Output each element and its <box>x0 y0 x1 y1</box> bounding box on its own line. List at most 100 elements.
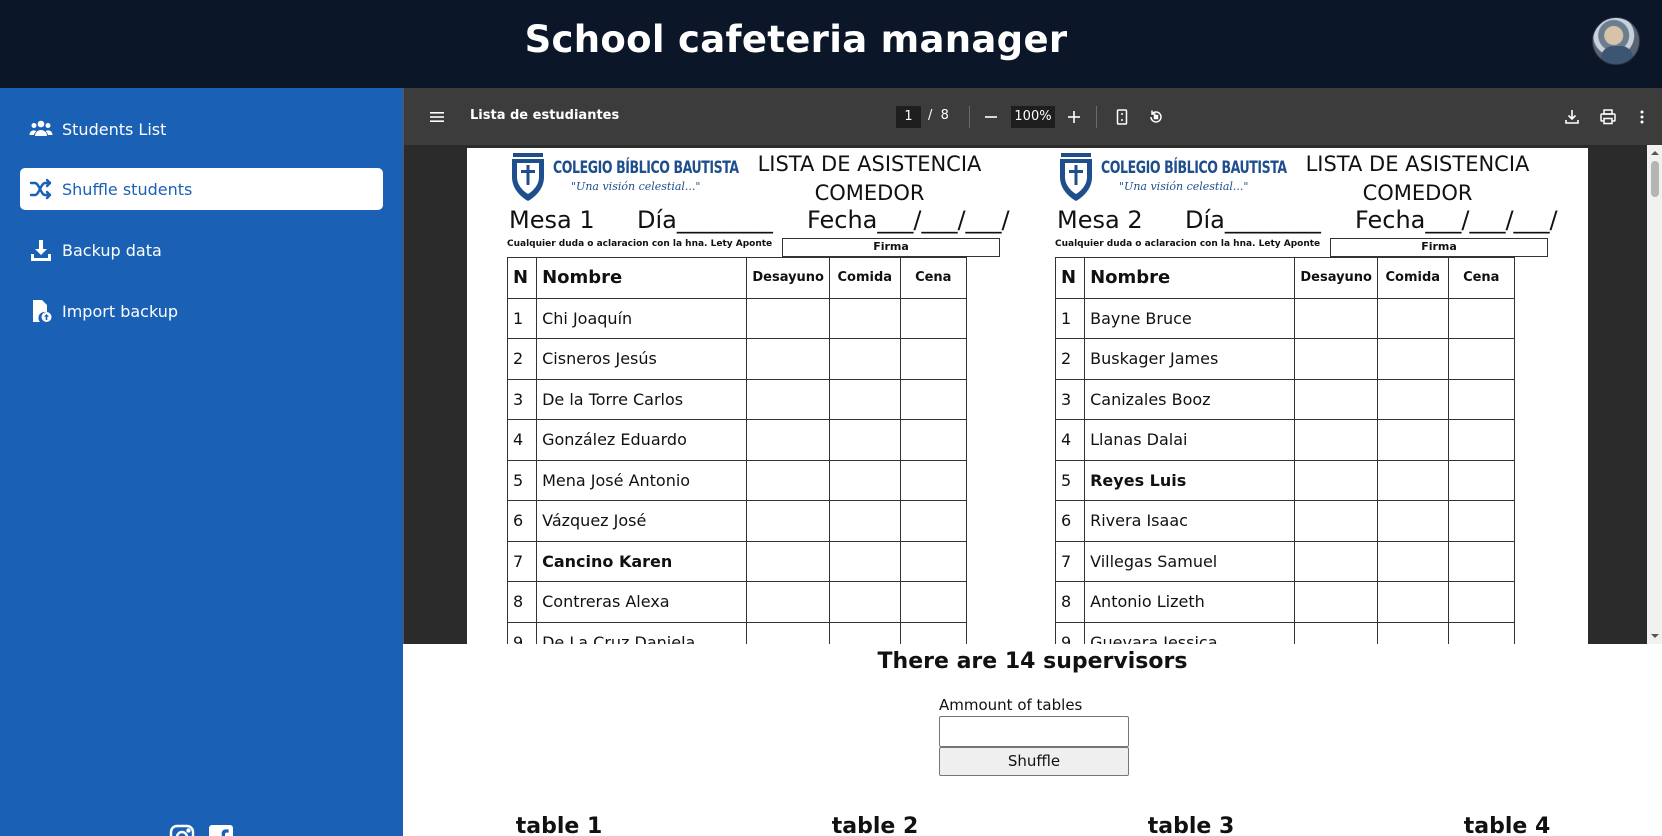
amount-of-tables-input[interactable] <box>939 716 1129 747</box>
table-row: 5 Reyes Luis <box>1054 459 1516 501</box>
dia-field: Día________ <box>637 206 773 234</box>
student-name: Mena José Antonio <box>536 459 748 501</box>
fit-page-icon[interactable] <box>1109 104 1135 130</box>
table-row: 8 Antonio Lizeth <box>1054 581 1516 623</box>
pdf-scrollbar[interactable] <box>1647 145 1662 644</box>
table-row: 5 Mena José Antonio <box>506 459 968 501</box>
toolbar-divider <box>969 106 970 128</box>
more-options-icon[interactable] <box>1629 104 1655 130</box>
signature-cell <box>899 419 968 461</box>
signature-cell <box>899 621 968 644</box>
signature-cell <box>1294 621 1378 644</box>
row-number: 3 <box>1054 378 1086 420</box>
shuffle-button[interactable]: Shuffle <box>939 747 1129 776</box>
sidebar-item-backup-data[interactable]: Backup data <box>20 229 383 271</box>
zoom-in-icon[interactable] <box>1061 104 1087 130</box>
scroll-up-icon[interactable] <box>1650 148 1660 158</box>
sheet-title: LISTA DE ASISTENCIA COMEDOR <box>757 150 982 208</box>
signature-cell <box>1447 378 1516 420</box>
student-name: Villegas Samuel <box>1084 540 1296 582</box>
signature-cell <box>1294 500 1378 542</box>
row-number: 8 <box>1054 581 1086 623</box>
column-header-n: N <box>1054 257 1086 299</box>
student-name: Guevara Jessica <box>1084 621 1296 644</box>
signature-cell <box>899 500 968 542</box>
sheet-title-line2: COMEDOR <box>814 181 925 205</box>
school-seal-logo <box>512 153 544 201</box>
print-icon[interactable] <box>1595 104 1621 130</box>
facebook-icon[interactable] <box>208 824 234 836</box>
row-number: 9 <box>506 621 538 644</box>
sheet-title-line1: LISTA DE ASISTENCIA <box>1305 152 1530 176</box>
zoom-level-input[interactable]: 100% <box>1011 106 1055 128</box>
sidebar-item-label: Import backup <box>62 301 179 321</box>
signature-cell <box>829 338 901 380</box>
signature-cell <box>1447 581 1516 623</box>
user-avatar[interactable] <box>1592 17 1640 65</box>
student-name: Buskager James <box>1084 338 1296 380</box>
row-number: 7 <box>506 540 538 582</box>
table-row: 1 Chi Joaquín <box>506 297 968 339</box>
signature-cell <box>829 621 901 644</box>
student-name: Canizales Booz <box>1084 378 1296 420</box>
signature-cell <box>899 378 968 420</box>
menu-icon[interactable] <box>424 104 450 130</box>
table-header-row: N Nombre Desayuno Comida Cena <box>506 257 968 299</box>
student-name: Antonio Lizeth <box>1084 581 1296 623</box>
column-header-n: N <box>506 257 538 299</box>
signature-cell <box>829 297 901 339</box>
scroll-down-icon[interactable] <box>1650 631 1660 641</box>
signature-cell <box>1447 338 1516 380</box>
attendance-table: N Nombre Desayuno Comida Cena 1 Bayne Bru… <box>1054 257 1516 644</box>
table-row: 7 Cancino Karen <box>506 540 968 582</box>
signature-cell <box>746 581 830 623</box>
signature-cell <box>1377 459 1449 501</box>
page-separator: / <box>928 108 933 123</box>
zoom-out-icon[interactable] <box>978 104 1004 130</box>
signature-cell <box>829 581 901 623</box>
student-name: Rivera Isaac <box>1084 500 1296 542</box>
fecha-field: Fecha___/___/___/ <box>807 206 1010 234</box>
student-name: Contreras Alexa <box>536 581 748 623</box>
row-number: 6 <box>506 500 538 542</box>
attendance-sheet: COLEGIO BÍBLICO BAUTISTA "Una visión cel… <box>467 148 1010 644</box>
student-name: Vázquez José <box>536 500 748 542</box>
signature-cell <box>829 378 901 420</box>
table-heading: table 1 <box>515 814 603 836</box>
download-icon <box>28 237 54 263</box>
column-header-breakfast: Desayuno <box>746 257 830 299</box>
sidebar-item-import-backup[interactable]: Import backup <box>20 290 383 332</box>
signature-cell <box>1294 338 1378 380</box>
page-number-input[interactable]: 1 <box>896 106 921 128</box>
signature-cell <box>829 500 901 542</box>
sidebar-item-shuffle-students[interactable]: Shuffle students <box>20 168 383 210</box>
pdf-viewer[interactable]: Lista de estudiantes 1 / 8 100% COLEGIO … <box>403 88 1662 644</box>
row-number: 3 <box>506 378 538 420</box>
row-number: 9 <box>1054 621 1086 644</box>
total-pages: 8 <box>940 108 949 123</box>
download-icon[interactable] <box>1559 104 1585 130</box>
scroll-thumb[interactable] <box>1651 161 1659 197</box>
signature-cell <box>1294 378 1378 420</box>
page-count: / 8 <box>928 108 949 123</box>
sidebar-item-label: Students List <box>62 119 167 139</box>
table-heading: table 4 <box>1463 814 1551 836</box>
signature-cell <box>1447 419 1516 461</box>
school-motto: "Una visión celestial..." <box>571 180 701 193</box>
table-row: 4 Llanas Dalai <box>1054 419 1516 461</box>
student-name: Cancino Karen <box>536 540 748 582</box>
signature-cell <box>1447 621 1516 644</box>
table-row: 9 Guevara Jessica <box>1054 621 1516 644</box>
table-row: 3 Canizales Booz <box>1054 378 1516 420</box>
signature-cell <box>899 581 968 623</box>
instagram-icon[interactable] <box>169 824 195 836</box>
table-row: 1 Bayne Bruce <box>1054 297 1516 339</box>
signature-cell <box>829 540 901 582</box>
row-number: 1 <box>1054 297 1086 339</box>
rotate-icon[interactable] <box>1143 104 1169 130</box>
dia-field: Día________ <box>1185 206 1321 234</box>
column-header-breakfast: Desayuno <box>1294 257 1378 299</box>
table-header-row: N Nombre Desayuno Comida Cena <box>1054 257 1516 299</box>
sidebar-item-students-list[interactable]: Students List <box>20 108 383 150</box>
signature-cell <box>829 459 901 501</box>
